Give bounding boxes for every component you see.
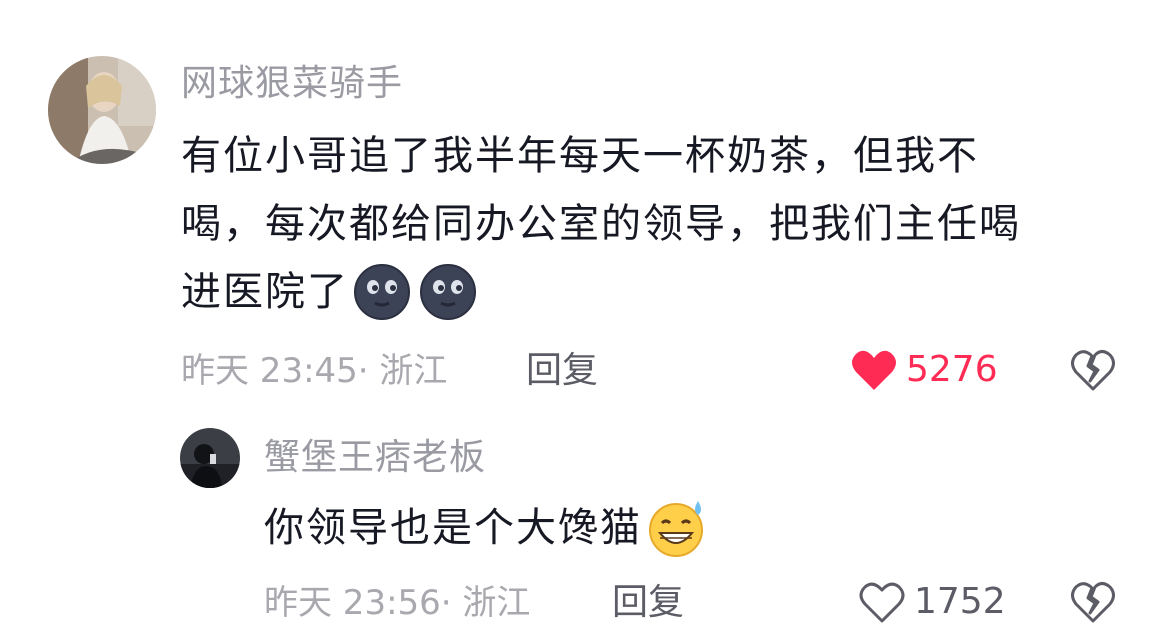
reply-timestamp: 昨天 23:56 xyxy=(264,583,441,623)
heart-filled-icon xyxy=(850,348,898,392)
comment-text-line-content: 进医院了 xyxy=(181,269,349,315)
comment-text-line: 喝，每次都给同办公室的领导，把我们主任喝 xyxy=(181,201,1021,247)
commenter-username[interactable]: 网球狠菜骑手 xyxy=(181,62,403,106)
grinning-sweat-face-icon xyxy=(646,497,708,559)
replier-username[interactable]: 蟹堡王痞老板 xyxy=(264,436,486,480)
comment-text-line: 有位小哥追了我半年每天一杯奶茶，但我不 xyxy=(181,133,979,179)
reply-meta: 昨天 23:56· 浙江 xyxy=(264,582,530,624)
reply-dislike-button[interactable] xyxy=(1070,580,1116,624)
new-moon-face-icon xyxy=(353,263,411,321)
reply-text-content: 你领导也是个大馋猫 xyxy=(264,505,642,551)
reply-like-button[interactable]: 1752 xyxy=(858,580,1006,624)
dislike-button[interactable] xyxy=(1070,348,1116,392)
like-button[interactable]: 5276 xyxy=(850,348,998,392)
reply-like-count: 1752 xyxy=(914,581,1006,622)
reply-location: · 浙江 xyxy=(440,583,531,623)
reply-button[interactable]: 回复 xyxy=(526,350,598,392)
comment-text: 有位小哥追了我半年每天一杯奶茶，但我不 喝，每次都给同办公室的领导，把我们主任喝… xyxy=(181,122,1141,326)
new-moon-face-icon xyxy=(419,263,477,321)
avatar-photo-icon xyxy=(48,56,156,164)
avatar-photo-icon xyxy=(180,428,240,488)
comment-location: · 浙江 xyxy=(357,351,448,391)
like-count: 5276 xyxy=(906,349,998,390)
broken-heart-icon xyxy=(1070,580,1116,624)
reply-text: 你领导也是个大馋猫 xyxy=(264,494,708,562)
reply-reply-button[interactable]: 回复 xyxy=(612,582,684,624)
comment-timestamp: 昨天 23:45 xyxy=(181,351,358,391)
broken-heart-icon xyxy=(1070,348,1116,392)
heart-outline-icon xyxy=(858,580,906,624)
replier-avatar[interactable] xyxy=(180,428,240,488)
comment-meta: 昨天 23:45· 浙江 xyxy=(181,350,447,392)
commenter-avatar[interactable] xyxy=(48,56,156,164)
comment-text-line: 进医院了 xyxy=(181,258,1141,326)
